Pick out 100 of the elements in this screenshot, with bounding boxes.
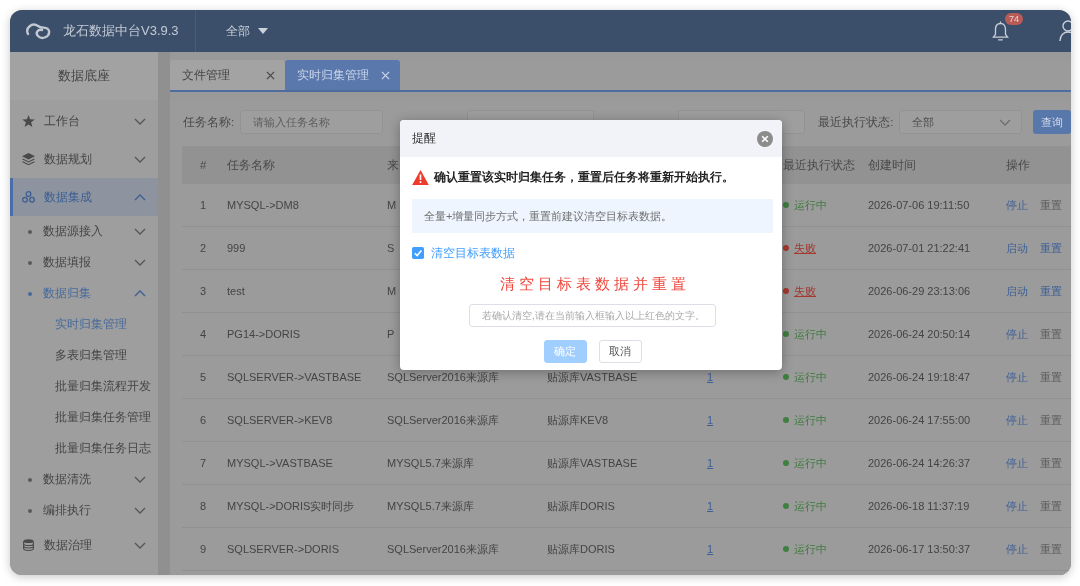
menu-item[interactable]: 批量归集流程开发 — [10, 371, 158, 402]
scope-dropdown[interactable]: 全部 — [225, 22, 268, 40]
caret-down-icon — [257, 28, 268, 34]
action-link[interactable]: 启动 — [1006, 283, 1028, 299]
table-cell: 3 — [200, 285, 207, 297]
status-dot — [783, 331, 789, 337]
column-header: 操作 — [1006, 158, 1030, 171]
status-text: 运行中 — [794, 197, 827, 213]
table-cell: 999 — [227, 242, 246, 254]
status-text: 运行中 — [794, 541, 827, 557]
table-cell: PG14->DORIS — [227, 328, 301, 340]
table-cell: MYSQL->DM8 — [227, 199, 299, 211]
table-cell: 2026-06-17 13:50:37 — [868, 543, 971, 555]
table-cell: 贴源库VASTBASE — [547, 456, 638, 469]
menu-item[interactable]: 工作台 — [10, 102, 158, 140]
bullet-icon — [28, 229, 32, 234]
warning-icon — [412, 169, 429, 185]
status-text: 运行中 — [794, 455, 827, 471]
count-link[interactable]: 1 — [707, 457, 714, 469]
column-header: 任务名称 — [227, 158, 275, 171]
action-link[interactable]: 停止 — [1006, 326, 1028, 342]
table-cell: SQLSERVER->DORIS — [227, 543, 339, 555]
cancel-button[interactable]: 取消 — [598, 340, 642, 363]
database-icon — [22, 539, 35, 551]
status-dot — [783, 374, 789, 380]
menu-item[interactable]: 数据清洗 — [10, 464, 158, 495]
action-link[interactable]: 停止 — [1006, 197, 1028, 213]
action-link[interactable]: 停止 — [1006, 412, 1028, 428]
table-cell: 2026-06-24 19:18:47 — [868, 371, 971, 383]
action-link[interactable]: 停止 — [1006, 498, 1028, 514]
table-cell: 9 — [200, 543, 207, 555]
menu-item[interactable]: 数据归集 — [10, 278, 158, 309]
menu-item[interactable]: 实时归集管理 — [10, 309, 158, 340]
select-field[interactable]: 全部 — [899, 110, 1023, 134]
table-cell: M — [387, 285, 397, 297]
bullet-icon — [28, 291, 32, 296]
menu-item[interactable]: 批量归集任务管理 — [10, 402, 158, 433]
menu-item[interactable]: 编排执行 — [10, 495, 158, 526]
checkbox-label[interactable]: 清空目标表数据 — [431, 245, 515, 261]
column-header: 最近执行状态 — [783, 158, 855, 171]
chevron-down-icon — [999, 118, 1012, 126]
tab[interactable]: 实时归集管理 — [285, 60, 400, 90]
table-cell: MYSQL->DORIS实时同步 — [227, 499, 355, 512]
status-dot — [783, 546, 789, 552]
menu-item[interactable]: 数据源接入 — [10, 216, 158, 247]
status-text: 运行中 — [794, 498, 827, 514]
menu-item[interactable]: 数据填报 — [10, 247, 158, 278]
bell-icon[interactable] — [992, 20, 1009, 42]
status-dot — [783, 417, 789, 423]
status-dot — [783, 245, 789, 251]
status-text: 运行中 — [794, 369, 827, 385]
action-link[interactable]: 停止 — [1006, 455, 1028, 471]
table-cell: test — [227, 285, 245, 297]
bullet-icon — [28, 508, 32, 513]
menu-item[interactable]: 数据规划 — [10, 140, 158, 178]
status-dot — [783, 460, 789, 466]
logo-icon — [25, 21, 51, 41]
table-cell: SQLServer2016来源库 — [387, 370, 499, 383]
action-link[interactable]: 启动 — [1006, 240, 1028, 256]
tab[interactable]: 文件管理 — [170, 60, 285, 90]
column-header: 来 — [387, 158, 399, 171]
table-cell: 2026-06-29 23:13:06 — [868, 285, 971, 297]
confirm-input[interactable]: 若确认清空,请在当前输入框输入以上红色的文字。 — [469, 304, 716, 327]
count-link[interactable]: 1 — [707, 414, 714, 426]
table-cell: SQLServer2016来源库 — [387, 542, 499, 555]
menu-item[interactable]: 批量归集任务日志 — [10, 433, 158, 464]
status-text: 失败 — [794, 240, 816, 256]
status-text: 运行中 — [794, 412, 827, 428]
dialog-message: 确认重置该实时归集任务，重置后任务将重新开始执行。 — [434, 169, 734, 185]
action-link[interactable]: 重置 — [1040, 283, 1062, 299]
bullet-icon — [28, 260, 32, 265]
table-cell: 6 — [200, 414, 207, 426]
action-link[interactable]: 重置 — [1040, 240, 1062, 256]
count-link[interactable]: 1 — [707, 371, 714, 383]
table-cell: 2026-07-01 21:22:41 — [868, 242, 971, 254]
status-text: 运行中 — [794, 326, 827, 342]
action-link[interactable]: 停止 — [1006, 541, 1028, 557]
close-icon[interactable] — [757, 130, 773, 147]
filter-label: 任务名称: — [183, 114, 235, 130]
close-icon[interactable] — [266, 70, 275, 80]
sidebar-title: 数据底座 — [10, 52, 158, 100]
filter-label: 最近执行状态: — [818, 114, 894, 130]
dialog-title: 提醒 — [412, 130, 436, 147]
star-icon — [22, 115, 35, 127]
confirm-phrase: 清空目标表数据并重置 — [499, 275, 690, 292]
layers-icon — [22, 153, 35, 165]
menu-item[interactable]: 数据集成 — [10, 178, 158, 216]
count-link[interactable]: 1 — [707, 500, 714, 512]
query-button[interactable]: 查询 — [1033, 110, 1071, 134]
checkbox[interactable] — [412, 247, 424, 259]
action-link[interactable]: 停止 — [1006, 369, 1028, 385]
table-cell: 2026-06-24 17:55:00 — [868, 414, 971, 426]
table-cell: MYSQL->VASTBASE — [227, 457, 333, 469]
table-cell: 贴源库KEV8 — [547, 413, 609, 426]
app-title: 龙石数据中台V3.9.3 — [63, 22, 179, 40]
table-cell: 7 — [200, 457, 207, 469]
menu-item[interactable]: 数据治理 — [10, 526, 158, 564]
menu-item[interactable]: 多表归集管理 — [10, 340, 158, 371]
count-link[interactable]: 1 — [707, 543, 714, 555]
table-cell: M — [387, 199, 397, 211]
